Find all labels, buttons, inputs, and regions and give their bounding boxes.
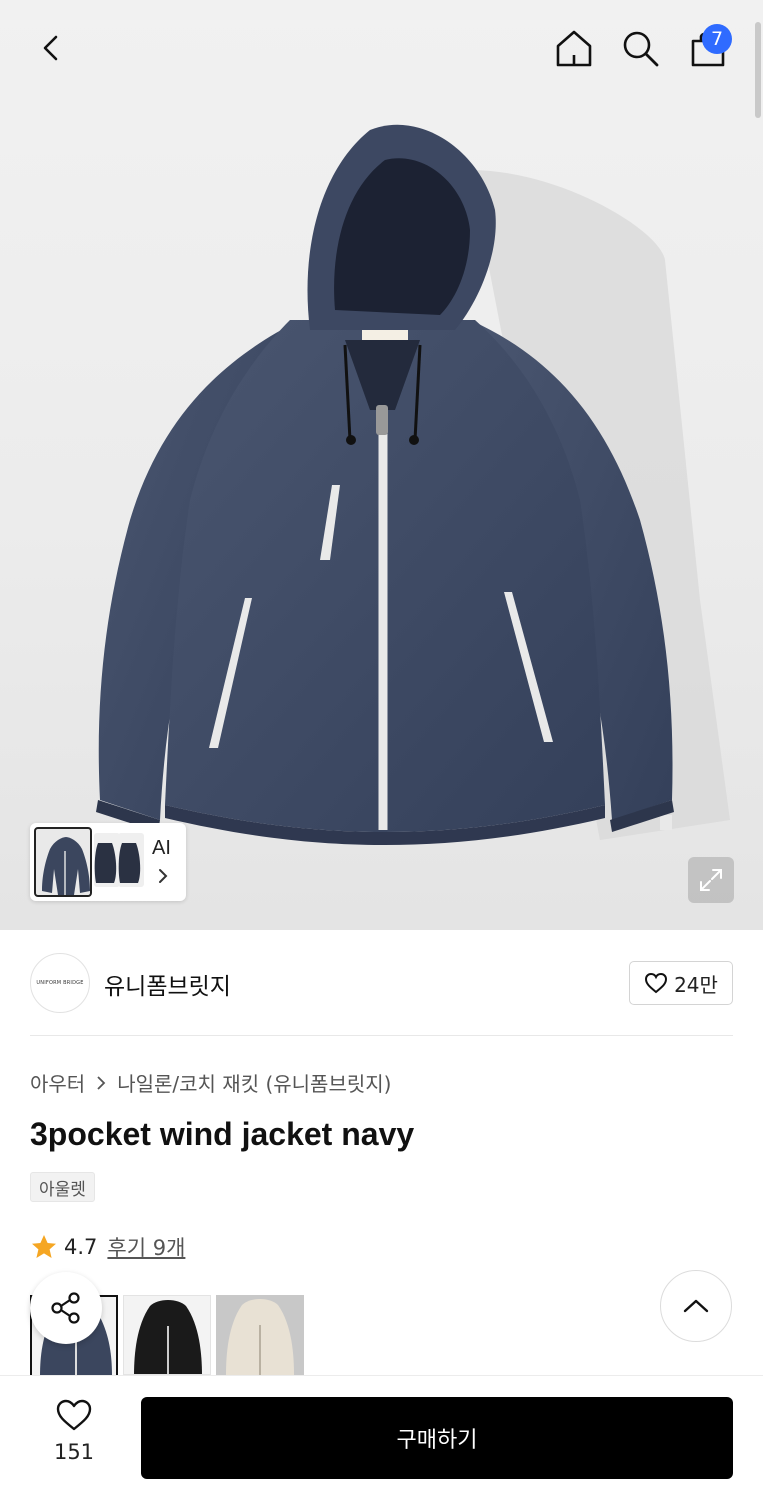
home-button[interactable] [550,24,598,72]
chevron-up-icon [683,1299,709,1313]
buy-button[interactable]: 구매하기 [141,1397,733,1479]
brand-row: UNIFORM BRIDGE 유니폼브릿지 24만 [30,953,733,1015]
divider [30,1035,733,1036]
home-icon [556,30,592,67]
back-button[interactable] [28,24,76,72]
product-title: 3pocket wind jacket navy [30,1116,415,1152]
brand-name[interactable]: 유니폼브릿지 [104,967,231,1001]
expand-image-button[interactable] [688,857,734,903]
cart-count-badge: 7 [702,24,732,54]
thumbnail-main[interactable] [34,827,92,897]
rating-row: 4.7 후기 9개 [30,1232,185,1262]
share-icon [51,1292,80,1324]
heart-icon [56,1399,92,1431]
product-image-gallery[interactable] [0,0,763,930]
thumbnail-side-1[interactable] [94,833,120,887]
scrollbar[interactable] [755,22,761,118]
share-button[interactable] [30,1272,102,1344]
brand-like-count: 24만 [674,972,718,997]
brand-logo[interactable]: UNIFORM BRIDGE [30,953,90,1013]
chevron-right-icon [159,869,168,883]
rating-value: 4.7 [64,1235,98,1259]
search-button[interactable] [616,24,664,72]
ai-label: AI [152,837,171,859]
color-swatch-black[interactable] [123,1295,211,1375]
brand-like-button[interactable]: 24만 [629,961,733,1005]
chevron-right-icon [97,1075,106,1090]
breadcrumb-subcategory[interactable]: 나일론/코치 재킷 (유니폼브릿지) [117,1068,391,1097]
product-jacket-image [96,124,730,845]
search-icon [623,31,659,67]
outlet-tag: 아울렛 [30,1172,95,1202]
bottom-action-bar: 151 구매하기 [0,1375,763,1500]
expand-icon [700,869,722,891]
breadcrumb: 아우터 나일론/코치 재킷 (유니폼브릿지) [30,1068,391,1097]
top-navigation-bar: 7 [0,0,763,118]
wishlist-button[interactable]: 151 [40,1398,108,1478]
ai-thumbnail-strip[interactable]: AI [30,823,186,901]
review-link[interactable]: 후기 9개 [107,1232,185,1262]
star-icon [32,1235,56,1258]
scroll-to-top-button[interactable] [660,1270,732,1342]
wishlist-count: 151 [53,1440,95,1464]
chevron-left-icon [43,35,58,61]
breadcrumb-category[interactable]: 아우터 [30,1068,85,1097]
thumbnail-side-2[interactable] [118,833,144,887]
heart-icon [645,972,668,994]
color-swatch-beige[interactable] [216,1295,304,1375]
